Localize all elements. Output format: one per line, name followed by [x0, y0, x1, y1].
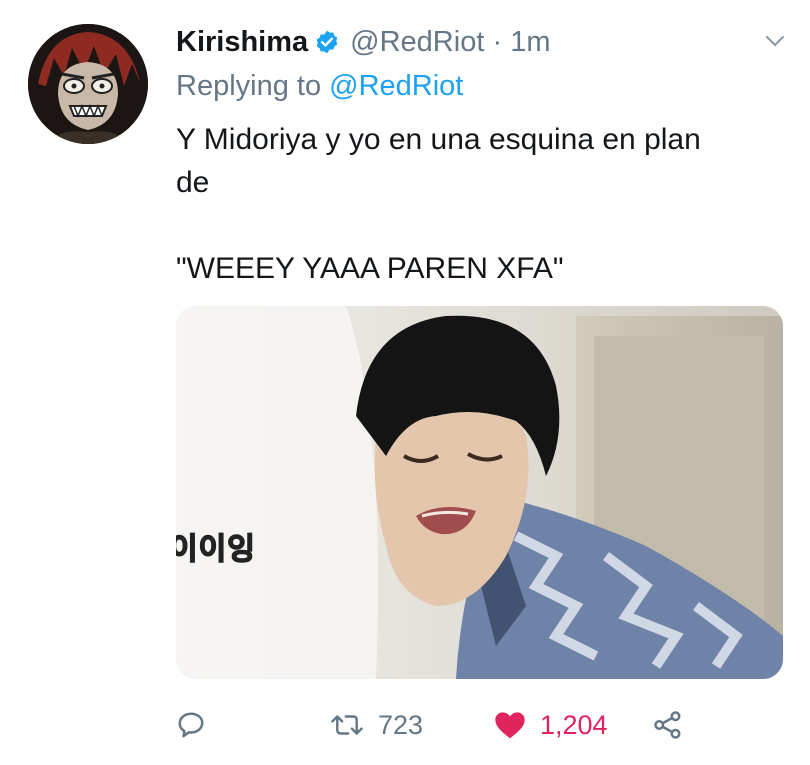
- tweet-header: Kirishima @RedRiot · 1m: [176, 22, 770, 62]
- share-icon: [654, 711, 681, 739]
- media-caption-overlay: 이이잉: [176, 531, 256, 568]
- tweet-media-image[interactable]: 이이잉: [176, 306, 783, 679]
- tweet-text: Y Midoriya y yo en una esquina en plan d…: [176, 118, 776, 290]
- meta-separator: ·: [492, 25, 503, 58]
- author-handle[interactable]: @RedRiot: [350, 26, 484, 58]
- tweet-text-line: "WEEEY YAAA PAREN XFA": [176, 252, 564, 285]
- retweet-icon: [331, 715, 363, 735]
- chevron-down-icon[interactable]: [764, 30, 786, 52]
- tweet-actions: 723 1,204: [176, 700, 736, 750]
- replying-to-label: Replying to: [176, 70, 322, 102]
- tweet-text-line: de: [176, 166, 210, 199]
- heart-icon: [495, 712, 525, 739]
- reply-mention-link[interactable]: @RedRiot: [329, 70, 463, 102]
- share-button[interactable]: [652, 700, 684, 750]
- avatar[interactable]: [28, 24, 148, 144]
- like-button[interactable]: 1,204: [494, 700, 608, 750]
- like-count: 1,204: [540, 709, 608, 740]
- retweet-count: 723: [378, 709, 424, 740]
- avatar-image: [28, 24, 148, 144]
- display-name[interactable]: Kirishima: [176, 26, 308, 59]
- retweet-button[interactable]: 723: [330, 700, 423, 750]
- tweet-text-line: Y Midoriya y yo en una esquina en plan: [176, 123, 701, 156]
- timestamp[interactable]: 1m: [510, 26, 550, 58]
- verified-badge-icon: [316, 30, 338, 54]
- replying-to: Replying to @RedRiot: [176, 70, 463, 103]
- reply-button[interactable]: [176, 700, 220, 750]
- reply-icon: [178, 712, 204, 738]
